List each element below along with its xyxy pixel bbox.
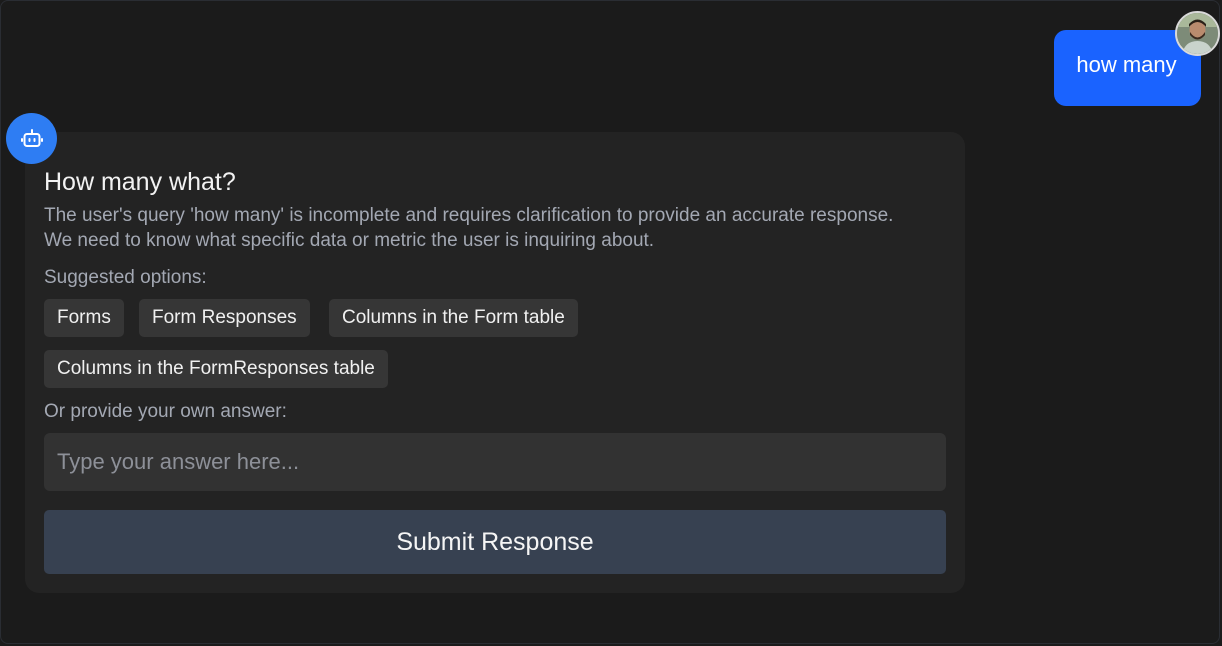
option-columns-form-table-button[interactable]: Columns in the Form table: [329, 299, 578, 337]
user-photo-icon: [1177, 13, 1218, 54]
user-message-text: how many: [1076, 52, 1177, 77]
submit-response-button[interactable]: Submit Response: [44, 510, 946, 574]
robot-icon: [20, 128, 43, 147]
suggested-options-label: Suggested options:: [44, 267, 207, 288]
user-avatar: [1175, 11, 1220, 56]
clarification-description: The user's query 'how many' is incomplet…: [44, 205, 894, 251]
option-form-responses-button[interactable]: Form Responses: [139, 299, 310, 337]
own-answer-label: Or provide your own answer:: [44, 401, 287, 422]
clarification-title: How many what?: [44, 168, 236, 196]
bot-avatar: [6, 113, 57, 164]
answer-input[interactable]: [44, 433, 946, 491]
chat-window: how many How many what? The user's query…: [0, 0, 1220, 644]
option-columns-formresponses-table-button[interactable]: Columns in the FormResponses table: [44, 350, 388, 388]
option-forms-button[interactable]: Forms: [44, 299, 124, 337]
